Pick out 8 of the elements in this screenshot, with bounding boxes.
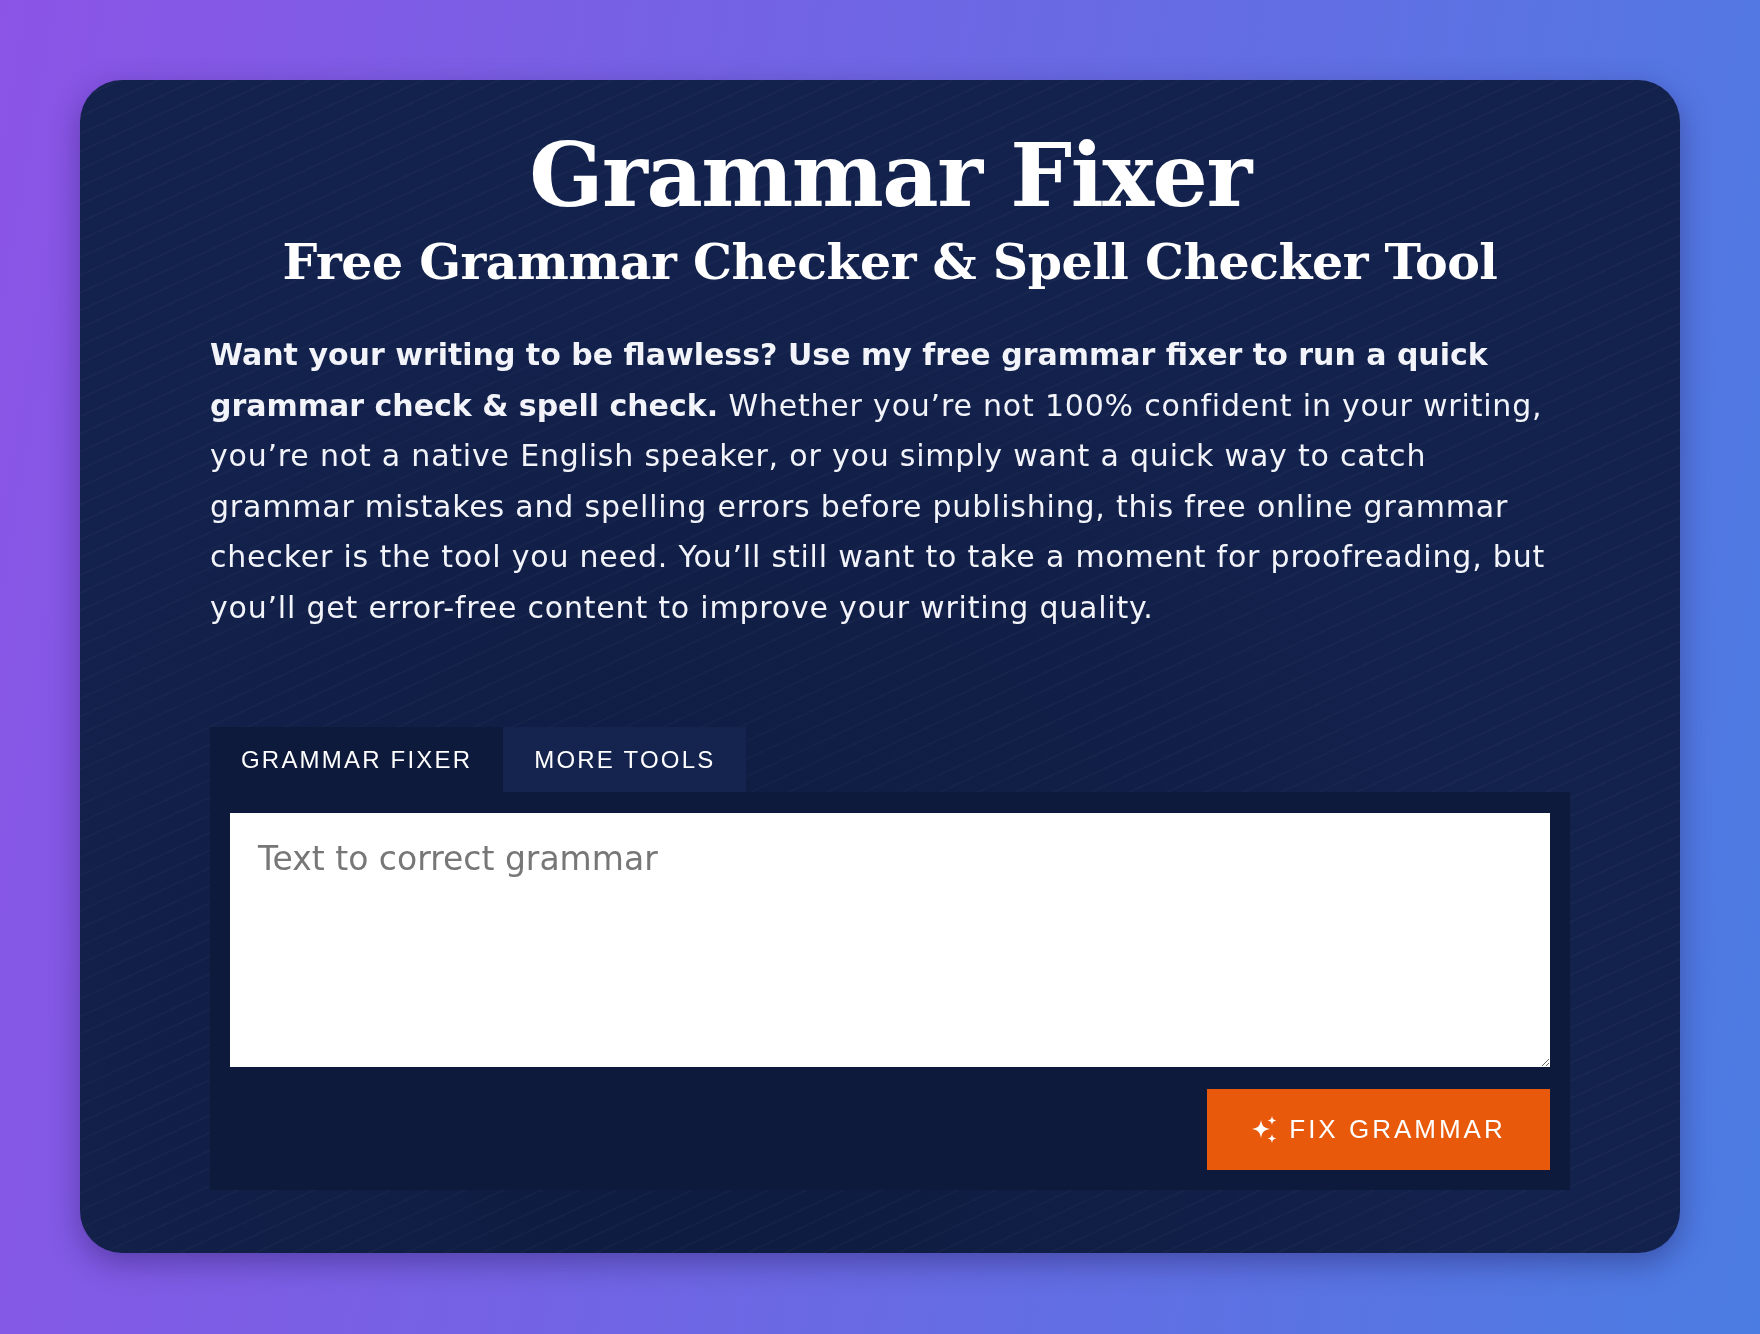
page-title: Grammar Fixer (529, 126, 1251, 226)
page-subtitle: Free Grammar Checker & Spell Checker Tool (282, 232, 1498, 292)
sparkle-icon (1251, 1115, 1280, 1144)
text-input-field[interactable]: Text to correct grammar (230, 813, 1550, 1067)
fix-grammar-button[interactable]: FIX GRAMMAR (1207, 1089, 1550, 1170)
tab[interactable]: GRAMMAR FIXER (210, 727, 504, 792)
intro-paragraph: Want your writing to be flawless? Use my free grammar fixer to run a quick grammar check & spell check. Whether you’re not 100% confident in your writing, you’re not a native English speaker, or you simply want a quick way to catch grammar mistakes and spelling errors before publishing, this free online grammar checker is the tool you need. You’ll still want to take a moment for proofreading, but you’ll get error-free content to improve your writing quality. (210, 336, 1547, 627)
tab[interactable]: MORE TOOLS (503, 727, 747, 792)
